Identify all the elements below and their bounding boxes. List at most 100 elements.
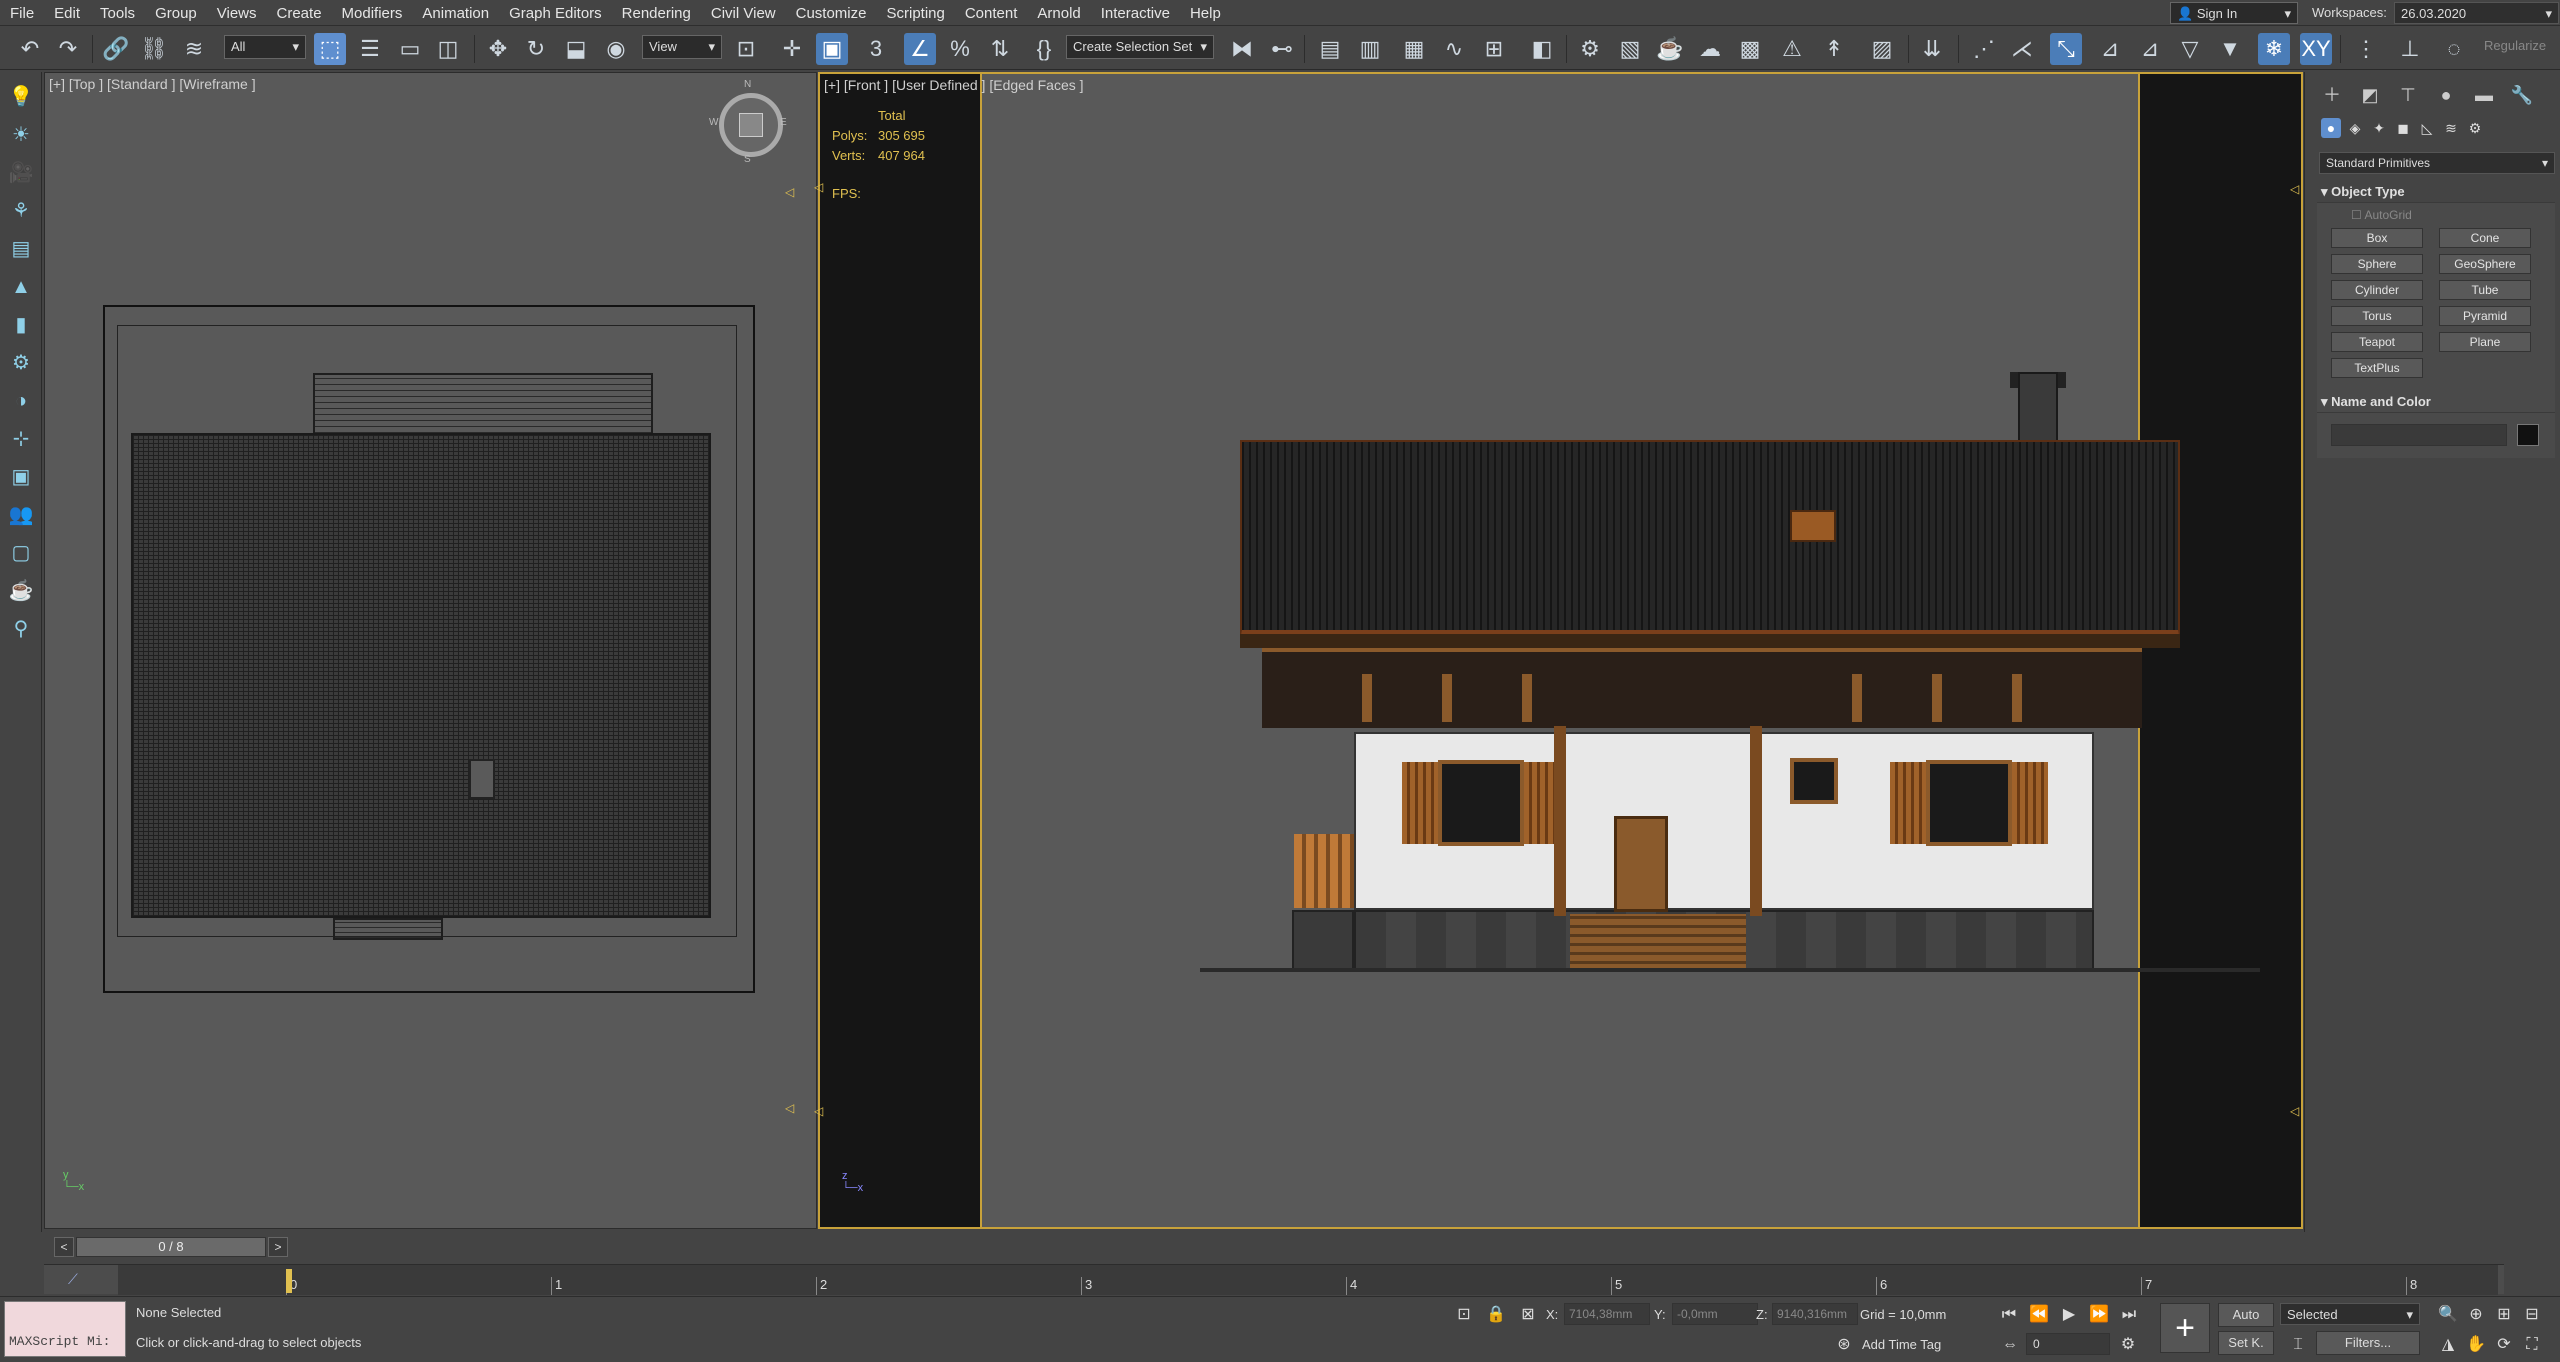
auto-key-button[interactable]: Auto — [2218, 1303, 2274, 1327]
select-scale-icon[interactable]: ⬓ — [560, 33, 592, 65]
snap-endpoint-icon[interactable]: ▼ — [2214, 33, 2246, 65]
time-slider-thumb[interactable]: 0 / 8 — [76, 1237, 266, 1257]
zoom-icon[interactable]: 🔍 — [2436, 1303, 2460, 1327]
container-icon[interactable]: ▨ — [1866, 33, 1898, 65]
track-ruler[interactable]: 0 1 2 3 4 5 6 7 8 — [118, 1265, 2498, 1295]
cone-button[interactable]: Cone — [2439, 228, 2531, 248]
align-icon[interactable]: ⊷ — [1266, 33, 1298, 65]
regularize-label[interactable]: Regularize — [2478, 35, 2560, 59]
plane-button[interactable]: Plane — [2439, 332, 2531, 352]
time-config-icon[interactable]: ⚙ — [2116, 1333, 2140, 1357]
pyramid-button[interactable]: Pyramid — [2439, 306, 2531, 326]
cone-icon[interactable]: ▲ — [6, 272, 36, 302]
selection-lock-icon[interactable]: 🔒 — [1484, 1303, 1508, 1327]
select-move-icon[interactable]: ✥ — [482, 33, 514, 65]
object-type-rollout-header[interactable]: ▾ Object Type — [2317, 182, 2555, 202]
snap-vertex-icon[interactable]: ⋌ — [2006, 33, 2038, 65]
display-tab-icon[interactable]: ▬ — [2471, 82, 2497, 108]
menu-file[interactable]: File — [0, 0, 44, 26]
collapse-toolbar-icon[interactable]: ⇊ — [1916, 33, 1948, 65]
named-selection-set-dropdown[interactable]: Create Selection Set ▾ — [1066, 35, 1214, 59]
axis-constraint-icon[interactable]: XY — [2300, 33, 2332, 65]
camera-icon[interactable]: 🎥 — [6, 158, 36, 188]
pan-icon[interactable]: ✋ — [2464, 1333, 2488, 1357]
shapes-icon[interactable]: ◈ — [2345, 118, 2365, 138]
zoom-all-icon[interactable]: ⊕ — [2464, 1303, 2488, 1327]
z-coord-field[interactable]: 9140,316mm — [1772, 1303, 1858, 1325]
filters-button[interactable]: Filters... — [2316, 1331, 2420, 1355]
rendered-frame-window-icon[interactable]: ▧ — [1614, 33, 1646, 65]
play-icon[interactable]: ▶ — [2056, 1303, 2082, 1327]
sphere-button[interactable]: Sphere — [2331, 254, 2423, 274]
select-object-icon[interactable]: ⬚ — [314, 33, 346, 65]
mirror-icon[interactable]: ⧓ — [1226, 33, 1258, 65]
viewport-front[interactable]: [+] [Front ] [User Defined ] [Edged Face… — [814, 72, 2426, 1229]
name-color-rollout-header[interactable]: ▾ Name and Color — [2317, 392, 2555, 412]
snap-midpoint-icon[interactable]: ▽ — [2174, 33, 2206, 65]
menu-views[interactable]: Views — [207, 0, 267, 26]
menu-content[interactable]: Content — [955, 0, 1028, 26]
warning-icon[interactable]: ⚠ — [1776, 33, 1808, 65]
object-name-input[interactable] — [2331, 424, 2507, 446]
sign-in-dropdown[interactable]: 👤 Sign In ▾ — [2170, 2, 2298, 24]
utilities-tab-icon[interactable]: 🔧 — [2509, 82, 2535, 108]
absolute-mode-icon[interactable]: ⊠ — [1516, 1303, 1540, 1327]
create-tab-icon[interactable]: ＋ — [2319, 82, 2345, 108]
autogrid-checkbox[interactable]: ☐ AutoGrid — [2351, 208, 2412, 222]
teapot-button[interactable]: Teapot — [2331, 332, 2423, 352]
add-time-tag[interactable]: Add Time Tag — [1862, 1337, 1941, 1352]
viewcube-compass[interactable]: N S W E — [709, 79, 787, 165]
teapot-icon[interactable]: ☕ — [6, 576, 36, 606]
select-rotate-icon[interactable]: ↻ — [520, 33, 552, 65]
undo-icon[interactable]: ↶ — [14, 33, 46, 65]
array-icon[interactable]: ⋮ — [2350, 33, 2382, 65]
render-in-cloud-icon[interactable]: ☁ — [1694, 33, 1726, 65]
gear-icon[interactable]: ⚙ — [6, 348, 36, 378]
viewport-top[interactable]: [+] [Top ] [Standard ] [Wireframe ] N S … — [44, 72, 817, 1229]
current-frame-spinner[interactable]: 0 — [2026, 1333, 2110, 1355]
previous-frame-icon[interactable]: ⏪ — [2026, 1303, 2052, 1327]
menu-animation[interactable]: Animation — [412, 0, 499, 26]
curve-editor-icon[interactable]: ∿ — [1438, 33, 1470, 65]
angle-snap-icon[interactable]: ∠ — [904, 33, 936, 65]
frame-icon[interactable]: ▢ — [6, 538, 36, 568]
object-category-dropdown[interactable]: Standard Primitives ▾ — [2319, 152, 2555, 174]
link-icon[interactable]: 🔗 — [100, 33, 132, 65]
menu-civil-view[interactable]: Civil View — [701, 0, 786, 26]
box-button[interactable]: Box — [2331, 228, 2423, 248]
maxscript-listener[interactable]: MAXScript Mi: — [4, 1301, 126, 1357]
keyboard-shortcut-override-icon[interactable]: ▣ — [816, 33, 848, 65]
path-deform-icon[interactable]: ⊥ — [2394, 33, 2426, 65]
snap-face-icon[interactable]: ⊿ — [2094, 33, 2126, 65]
go-to-start-icon[interactable]: ⏮ — [1996, 1303, 2022, 1327]
time-slider-next-button[interactable]: > — [268, 1237, 288, 1257]
menu-tools[interactable]: Tools — [90, 0, 145, 26]
render-setup-icon[interactable]: ⚙ — [1574, 33, 1606, 65]
menu-help[interactable]: Help — [1180, 0, 1231, 26]
bottle-icon[interactable]: ▮ — [6, 310, 36, 340]
cameras-icon[interactable]: ◼ — [2393, 118, 2413, 138]
viewport-label[interactable]: [+] [Front ] [User Defined ] [Edged Face… — [824, 77, 1084, 93]
workspaces-dropdown[interactable]: 26.03.2020 ▾ — [2394, 2, 2559, 24]
lamp-icon[interactable]: ⚲ — [6, 614, 36, 644]
cylinder-button[interactable]: Cylinder — [2331, 280, 2423, 300]
zoom-extents-all-icon[interactable]: ⊟ — [2520, 1303, 2544, 1327]
viewcube-icon[interactable] — [739, 113, 763, 137]
selection-filter-dropdown[interactable]: All ▾ — [224, 35, 306, 59]
material-icon[interactable]: ◑ — [6, 386, 36, 416]
unlink-icon[interactable]: ⛓ — [138, 33, 170, 65]
field-of-view-icon[interactable]: ◮ — [2436, 1333, 2460, 1357]
menu-graph-editors[interactable]: Graph Editors — [499, 0, 612, 26]
x-coord-field[interactable]: 7104,38mm — [1564, 1303, 1650, 1325]
object-color-swatch[interactable] — [2517, 424, 2539, 446]
render-production-icon[interactable]: ☕ — [1654, 33, 1686, 65]
layer-explorer-icon[interactable]: ▥ — [1354, 33, 1386, 65]
snap-options-icon[interactable]: ❄ — [2258, 33, 2290, 65]
time-slider-prev-button[interactable]: < — [54, 1237, 74, 1257]
set-key-icon[interactable]: + — [2160, 1303, 2210, 1353]
curve-editor-mini-icon[interactable]: ⟋ — [68, 1271, 78, 1288]
menu-arnold[interactable]: Arnold — [1027, 0, 1090, 26]
people-icon[interactable]: 👥 — [6, 500, 36, 530]
systems-icon[interactable]: ⚙ — [2465, 118, 2485, 138]
set-key-button[interactable]: Set K. — [2218, 1331, 2274, 1355]
